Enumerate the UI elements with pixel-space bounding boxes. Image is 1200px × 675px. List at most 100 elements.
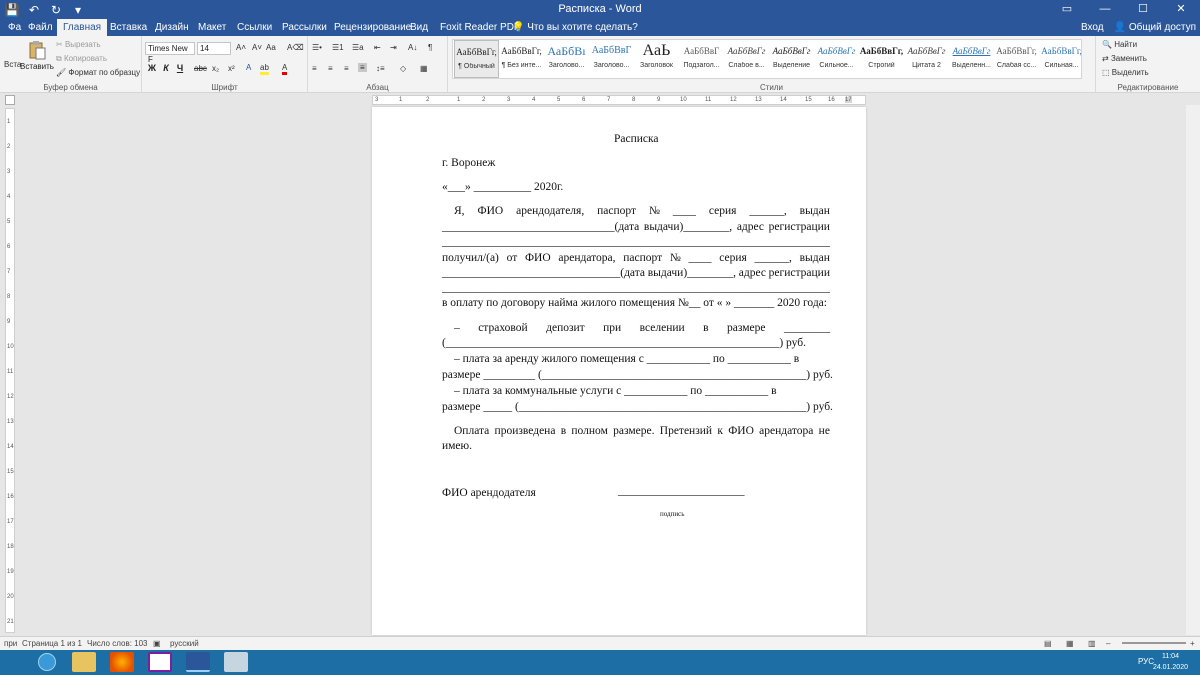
align-left-icon[interactable]: ≡ <box>312 64 317 73</box>
ribbon-tabs: Фа Файл Главная Вставка Дизайн Макет Ссы… <box>0 19 1200 36</box>
word: ____ <box>672 205 696 217</box>
style-item[interactable]: АаБбВвГг, Сильная... <box>1039 40 1084 78</box>
zoom-out-button[interactable]: – <box>1106 639 1110 648</box>
zoom-slider[interactable] <box>1122 642 1186 644</box>
sort-icon[interactable]: A↓ <box>408 43 417 52</box>
paste-small-label[interactable]: Вста <box>4 60 21 69</box>
decrease-indent-icon[interactable]: ⇤ <box>374 43 381 52</box>
shrink-font-button[interactable]: A˅ <box>252 43 262 52</box>
style-item[interactable]: АаЬ Заголовок <box>634 40 679 78</box>
align-center-icon[interactable]: ≡ <box>328 64 333 73</box>
style-item[interactable]: АаБбВвГг, ¶ Без инте... <box>499 40 544 78</box>
shading-icon[interactable]: ◇ <box>400 64 406 73</box>
ribbon-display-icon[interactable]: ▭ <box>1048 0 1086 19</box>
replace-button[interactable]: ⇄ Заменить <box>1102 54 1147 63</box>
style-item[interactable]: АаБбВвГг, Слабая сс... <box>994 40 1039 78</box>
tab-file[interactable]: Файл <box>22 19 59 36</box>
strikethrough-button[interactable]: abc <box>194 64 207 73</box>
maximize-button[interactable]: ☐ <box>1124 0 1162 19</box>
clear-format-icon[interactable]: A⌫ <box>287 43 304 52</box>
format-painter-button[interactable]: 🖌 Формат по образцу <box>56 68 140 77</box>
tab-home[interactable]: Главная <box>57 19 108 36</box>
borders-icon[interactable]: ▦ <box>420 64 428 73</box>
font-name-select[interactable]: Times New F <box>145 42 195 64</box>
word: не <box>818 425 830 437</box>
keyboard-language[interactable]: РУС <box>1138 657 1154 666</box>
styles-gallery: АаБбВвГг, ¶ Обычный АаБбВвГг, ¶ Без инте..… <box>452 39 1082 79</box>
minimize-button[interactable]: — <box>1086 0 1124 19</box>
ruler-tick: 8 <box>7 294 11 300</box>
pdf-app-icon[interactable] <box>148 652 172 672</box>
italic-button[interactable]: К <box>160 63 172 73</box>
tab-view[interactable]: Вид <box>404 19 434 36</box>
tab-references[interactable]: Ссылки <box>231 19 278 36</box>
read-mode-icon[interactable]: ▤ <box>1044 639 1052 648</box>
bold-button[interactable]: Ж <box>146 63 158 73</box>
multilevel-list-icon[interactable]: ☰a <box>352 43 364 52</box>
style-item[interactable]: АаБбВвГг Выделенн... <box>949 40 994 78</box>
align-right-icon[interactable]: ≡ <box>344 64 349 73</box>
zoom-in-button[interactable]: + <box>1190 639 1195 648</box>
share-button[interactable]: 👤 Общий доступ <box>1114 19 1196 36</box>
select-button[interactable]: ⬚ Выделить <box>1102 68 1149 77</box>
highlight-icon[interactable]: ab <box>260 63 269 75</box>
font-group-label: Шрифт <box>211 83 238 92</box>
find-button[interactable]: 🔍 Найти <box>1102 40 1137 49</box>
bullets-icon[interactable]: ☰• <box>312 43 322 52</box>
vertical-scrollbar[interactable] <box>1186 105 1200 635</box>
firefox-icon[interactable] <box>110 652 134 672</box>
ruler-tick: 9 <box>7 319 11 325</box>
style-item[interactable]: АаБбВı Заголово... <box>544 40 589 78</box>
word-taskbar-icon[interactable] <box>186 652 210 672</box>
justify-icon[interactable]: ≡ <box>358 63 367 72</box>
word: № <box>669 252 681 264</box>
web-layout-icon[interactable]: ▥ <box>1088 639 1096 648</box>
style-item[interactable]: АаБбВвГг Сильное... <box>814 40 859 78</box>
line-spacing-icon[interactable]: ↕≡ <box>376 64 385 73</box>
proofing-icon[interactable]: ▣ <box>153 639 161 648</box>
paste-button[interactable]: Вставить <box>20 40 54 71</box>
word: серия <box>719 252 747 264</box>
system-clock[interactable]: 11:04 24.01.2020 <box>1153 651 1188 673</box>
explorer-icon[interactable] <box>72 652 96 672</box>
signature-caption: подпись <box>660 510 685 518</box>
subscript-button[interactable]: x₂ <box>212 64 219 73</box>
close-button[interactable]: ✕ <box>1162 0 1200 19</box>
horizontal-ruler[interactable]: 3 1 2 1 2 3 4 5 6 7 8 9 10 11 12 13 14 1… <box>372 95 866 105</box>
print-layout-icon[interactable]: ▦ <box>1066 639 1074 648</box>
sign-in-link[interactable]: Вход <box>1081 19 1104 36</box>
numbering-icon[interactable]: ☰1 <box>332 43 344 52</box>
tab-insert[interactable]: Вставка <box>104 19 153 36</box>
word-count[interactable]: Число слов: 103 <box>87 639 147 648</box>
page-count[interactable]: Страница 1 из 1 <box>22 639 82 648</box>
start-button[interactable] <box>38 653 56 671</box>
style-item[interactable]: АаБбВвГг, ¶ Обычный <box>454 40 499 78</box>
style-item[interactable]: АаБбВвГг Слабое в... <box>724 40 769 78</box>
word: страховой <box>478 322 528 334</box>
text-effects-icon[interactable]: A <box>246 63 251 72</box>
tell-me-search[interactable]: 💡 Что вы хотите сделать? <box>506 19 644 36</box>
cut-button[interactable]: ✂ Вырезать <box>56 40 101 49</box>
font-size-select[interactable]: 14 <box>197 42 231 55</box>
show-marks-icon[interactable]: ¶ <box>428 43 432 52</box>
tab-selector[interactable] <box>5 95 15 105</box>
grow-font-button[interactable]: A˄ <box>236 43 246 52</box>
increase-indent-icon[interactable]: ⇥ <box>390 43 397 52</box>
style-item[interactable]: АаБбВвГг Цитата 2 <box>904 40 949 78</box>
document-page[interactable]: Расписка г. Воронеж «___» __________ 202… <box>372 107 866 635</box>
language-status[interactable]: русский <box>170 639 199 648</box>
tab-layout[interactable]: Макет <box>192 19 232 36</box>
tab-mailings[interactable]: Рассылки <box>276 19 333 36</box>
tab-design[interactable]: Дизайн <box>149 19 195 36</box>
copy-button[interactable]: ⧉ Копировать <box>56 54 107 64</box>
style-item[interactable]: АаБбВвГ Заголово... <box>589 40 634 78</box>
style-item[interactable]: АаБбВвГг, Строгий <box>859 40 904 78</box>
change-case-button[interactable]: Aa <box>266 43 276 52</box>
style-item[interactable]: АаБбВвГ Подзагол... <box>679 40 724 78</box>
style-item[interactable]: АаБбВвГг Выделение <box>769 40 814 78</box>
underline-button[interactable]: Ч <box>174 63 186 73</box>
paint-icon[interactable] <box>224 652 248 672</box>
font-color-icon[interactable]: A <box>282 63 288 75</box>
vertical-ruler[interactable]: 1 2 3 4 5 6 7 8 9 10 11 12 13 14 15 16 1… <box>5 108 15 633</box>
superscript-button[interactable]: x² <box>228 64 235 73</box>
